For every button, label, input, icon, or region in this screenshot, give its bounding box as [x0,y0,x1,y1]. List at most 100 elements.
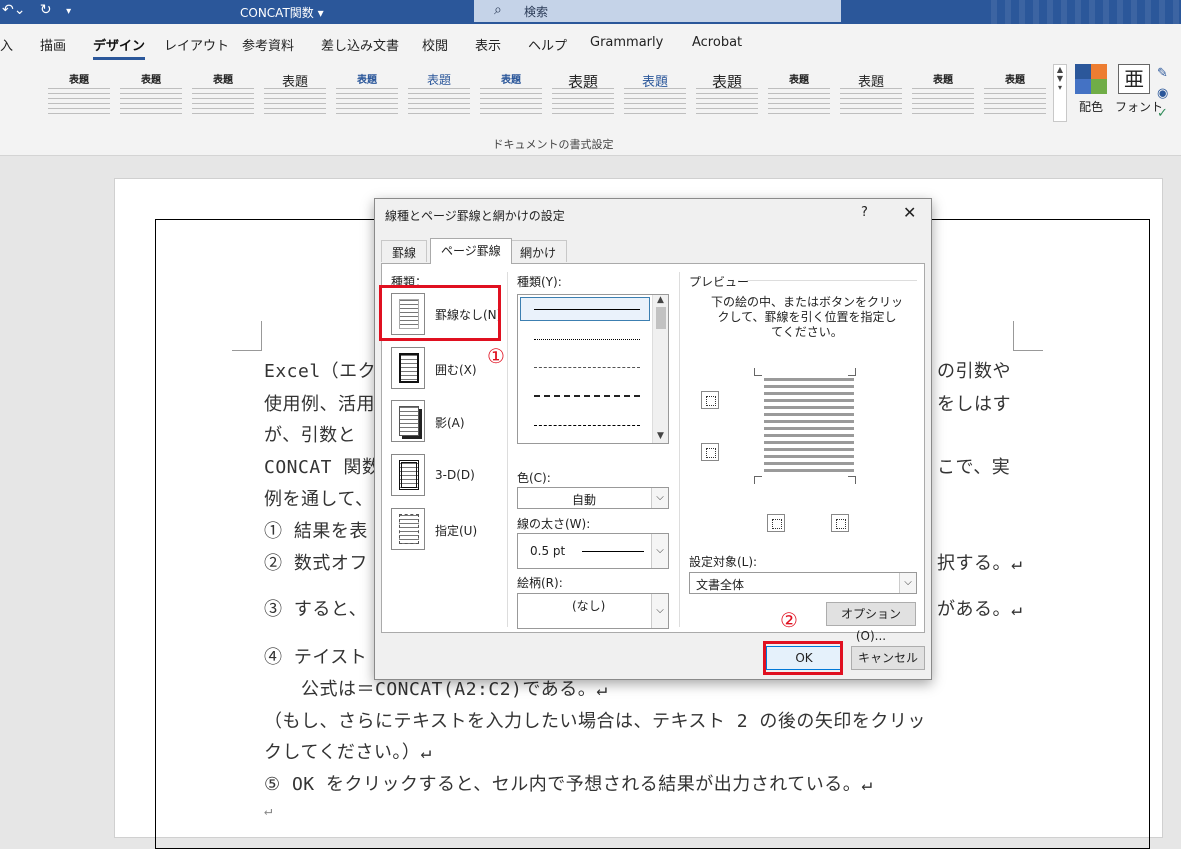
style-set-preview [264,88,326,118]
tab-draw[interactable]: 描画 [40,35,66,54]
body-text-line[interactable]: クしてください。）↵ [264,738,432,764]
body-text-line[interactable]: ④ テイスト [264,643,367,669]
gallery-scroll-button[interactable]: ▲ ▼ ▾ [1053,64,1067,122]
body-text-line[interactable]: 使用例、活用 [264,390,375,416]
document-title[interactable]: CONCAT関数 ▾ [240,4,324,21]
chevron-down-icon[interactable]: ⌵ [651,488,668,508]
body-text-line[interactable]: ① 結果を表 [264,517,368,543]
right-border-button[interactable] [831,514,849,532]
undo-icon[interactable]: ↶⌄ [2,2,25,18]
color-scheme-icon[interactable] [1075,64,1107,94]
body-text-fragment[interactable]: をしはす [937,390,1011,416]
style-set-item[interactable]: 表題 [44,66,114,124]
body-text-fragment[interactable]: がある。↵ [937,595,1022,621]
options-button[interactable]: オプション(O)... [826,602,916,643]
style-list-scrollbar[interactable]: ▲ ▼ [652,295,668,443]
body-text-line[interactable]: ② 数式オフ [264,549,368,575]
style-set-item[interactable]: 表題 [836,66,906,124]
style-set-item[interactable]: 表題 [548,66,618,124]
fonts-button-label[interactable]: フォント [1115,98,1163,115]
chevron-down-icon[interactable]: ⌵ [651,594,668,628]
body-text-fragment[interactable]: こで、実 [937,453,1010,479]
paragraph-spacing-icon[interactable]: ✎ [1157,64,1181,84]
body-text-fragment[interactable]: の引数や [937,357,1011,383]
preview-instruction-line: クして、罫線を引く位置を指定し [717,310,897,324]
tab-insert[interactable]: 入 [0,35,13,54]
body-text-line[interactable]: 例を通して、 [264,485,374,511]
line-style-option[interactable] [534,309,640,310]
style-set-preview [912,88,974,118]
preview-canvas[interactable] [753,367,857,485]
body-text-line[interactable]: （もし、さらにテキストを入力したい場合は、テキスト 2 の後の矢印をクリッ [264,707,926,733]
ribbon-group-label: ドキュメントの書式設定 [492,138,614,151]
line-style-option[interactable] [534,339,640,340]
setting-box-icon[interactable] [391,347,425,389]
chevron-down-icon[interactable]: ⌵ [899,573,916,593]
tab-shading[interactable]: 網かけ [509,240,568,262]
colors-button-label[interactable]: 配色 [1079,98,1103,115]
search-box[interactable]: ⌕ 検索 [474,0,841,22]
style-set-item[interactable]: 表題 [620,66,690,124]
customize-qat-icon[interactable]: ▾ [66,6,71,17]
chevron-down-icon[interactable]: ⌵ [651,534,668,568]
body-text-line[interactable]: ③ すると、 [264,595,367,621]
setting-3d-label[interactable]: 3-D(D) [435,468,475,482]
style-set-item[interactable]: 表題 [908,66,978,124]
left-border-button[interactable] [767,514,785,532]
tab-mailings[interactable]: 差し込み文書 [321,35,399,54]
body-text-line[interactable]: が、引数と [264,421,356,447]
width-value: 0.5 pt [530,544,566,558]
style-set-item[interactable]: 表題 [116,66,186,124]
style-set-item[interactable]: 表題 [404,66,474,124]
redo-icon[interactable]: ↻ [40,2,52,18]
set-default-icon[interactable]: ✓ [1157,104,1181,124]
color-value: 自動 [572,493,597,507]
line-style-option[interactable] [534,367,640,368]
body-text-line[interactable]: Excel（エク [264,357,376,383]
tab-help[interactable]: ヘルプ [528,35,567,54]
fonts-icon[interactable]: 亜 [1118,64,1150,94]
style-set-item[interactable]: 表題 [188,66,258,124]
tab-grammarly[interactable]: Grammarly [590,35,663,50]
tab-page-border[interactable]: ページ罫線 [430,238,512,264]
style-set-preview [120,88,182,118]
style-set-item[interactable]: 表題 [980,66,1050,124]
color-label: 色(C): [517,471,551,485]
setting-shadow-label[interactable]: 影(A) [435,414,465,431]
cancel-button[interactable]: キャンセル [851,646,925,670]
tab-review[interactable]: 校閲 [422,35,448,54]
preview-corner [754,476,762,484]
style-set-item[interactable]: 表題 [260,66,330,124]
tab-borders[interactable]: 罫線 [381,240,428,262]
top-border-button[interactable] [701,391,719,409]
width-dropdown[interactable]: 0.5 pt ⌵ [517,533,669,569]
tab-view[interactable]: 表示 [475,35,501,54]
setting-3d-icon[interactable] [391,454,425,496]
style-set-title: 表題 [933,75,953,86]
line-style-option[interactable] [534,395,640,397]
tab-acrobat[interactable]: Acrobat [692,35,742,50]
style-set-item[interactable]: 表題 [692,66,762,124]
tab-references[interactable]: 参考資料 [242,35,294,54]
body-text-fragment[interactable]: 択する。↵ [937,549,1022,575]
line-style-list[interactable]: ▲ ▼ [517,294,669,444]
body-text-line[interactable]: CONCAT 関数 [264,453,380,479]
setting-box-label[interactable]: 囲む(X) [435,361,477,378]
style-set-item[interactable]: 表題 [764,66,834,124]
effects-icon[interactable]: ◉ [1157,84,1181,104]
art-dropdown[interactable]: (なし) ⌵ [517,593,669,629]
body-text-line[interactable]: ⑤ OK をクリックすると、セル内で予想される結果が出力されている。↵ [264,770,873,796]
setting-custom-icon[interactable] [391,508,425,550]
setting-custom-label[interactable]: 指定(U) [435,522,477,539]
bottom-border-button[interactable] [701,443,719,461]
close-icon[interactable]: ✕ [903,203,916,222]
line-style-option[interactable] [534,425,640,426]
setting-shadow-icon[interactable] [391,400,425,442]
help-button[interactable]: ? [861,205,868,220]
color-dropdown[interactable]: 自動 ⌵ [517,487,669,509]
style-set-item[interactable]: 表題 [332,66,402,124]
apply-to-dropdown[interactable]: 文書全体 ⌵ [689,572,917,594]
style-set-item[interactable]: 表題 [476,66,546,124]
tab-layout[interactable]: レイアウト [164,35,229,54]
tab-design[interactable]: デザイン [93,35,146,60]
